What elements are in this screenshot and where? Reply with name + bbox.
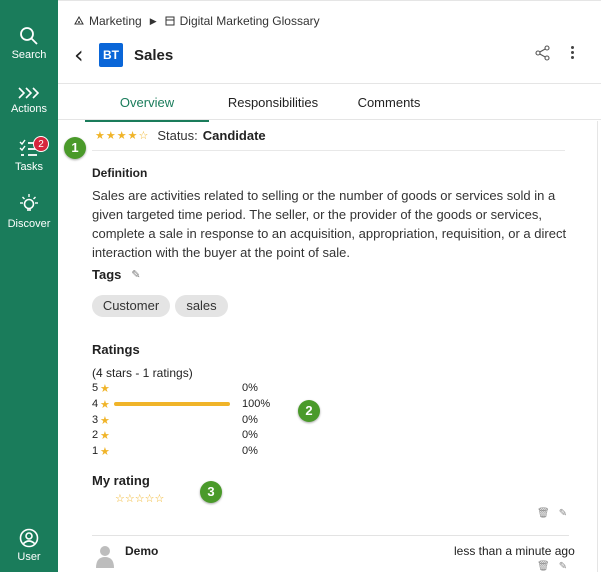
rail-discover[interactable]: Discover xyxy=(0,193,58,230)
rating-row-stars: 5 xyxy=(92,382,99,394)
rail-search[interactable]: Search xyxy=(0,26,58,61)
star-icon: ★ xyxy=(100,428,110,442)
definition-heading: Definition xyxy=(92,166,148,180)
tab-comments-label: Comments xyxy=(357,95,421,110)
status-label: Status: xyxy=(157,128,198,143)
rating-row: 5 ★ 0% xyxy=(92,381,258,395)
delete-icon[interactable]: 🗑 xyxy=(537,561,550,572)
rating-actions: 🗑 ✎ xyxy=(537,508,567,519)
more-options-icon[interactable] xyxy=(568,44,576,64)
rating-row: 1 ★ 0% xyxy=(92,444,258,458)
callout-marker-3: 3 xyxy=(200,481,222,503)
rating-row: 4 ★ 100% xyxy=(92,397,270,411)
left-navigation-rail: Search Actions 2 Tasks Discover User xyxy=(0,0,58,572)
top-border xyxy=(58,0,601,1)
rating-bar xyxy=(114,433,230,437)
tab-overview-label: Overview xyxy=(119,95,175,110)
rating-row: 2 ★ 0% xyxy=(92,428,258,442)
definition-text: Sales are activities related to selling … xyxy=(92,188,567,260)
star-icon: ★ xyxy=(100,444,110,458)
share-icon[interactable] xyxy=(535,45,551,61)
rail-tasks-label: Tasks xyxy=(14,161,44,173)
breadcrumb-separator-icon: ▶ xyxy=(149,15,157,26)
rating-bar xyxy=(114,386,230,390)
rating-row-percent: 0% xyxy=(242,382,258,394)
rating-row-percent: 100% xyxy=(242,398,271,410)
rail-actions-label: Actions xyxy=(10,103,48,115)
page-title: Sales xyxy=(134,46,174,64)
comment-actions: 🗑 ✎ xyxy=(537,561,567,572)
callout-marker-2: 2 xyxy=(298,400,320,422)
tags-header: Tags ✎ xyxy=(92,267,141,282)
avatar xyxy=(96,546,114,568)
rating-bar-fill xyxy=(114,402,230,406)
content-right-border xyxy=(597,121,598,572)
rail-search-label: Search xyxy=(11,49,47,61)
domain-icon xyxy=(165,16,175,26)
star-icon: ★ xyxy=(100,381,110,395)
rating-row-percent: 0% xyxy=(242,429,258,441)
chevrons-right-icon xyxy=(18,87,40,99)
page-title-bar: ‹ BT Sales xyxy=(74,42,173,68)
tab-bar: Overview Responsibilities Comments xyxy=(58,83,601,122)
tab-overview[interactable]: Overview xyxy=(85,84,209,122)
star-icon: ★ xyxy=(100,397,110,411)
rating-row-percent: 0% xyxy=(242,414,258,426)
rail-tasks[interactable]: 2 Tasks xyxy=(0,136,58,173)
edit-pencil-icon[interactable]: ✎ xyxy=(559,508,567,519)
status-row: ★★★★☆ Status: Candidate xyxy=(95,128,266,143)
my-rating-stars-input[interactable]: ☆☆☆☆☆ xyxy=(115,492,164,505)
edit-pencil-icon[interactable]: ✎ xyxy=(559,561,567,572)
rail-actions[interactable]: Actions xyxy=(0,86,58,115)
rail-user-label: User xyxy=(17,551,41,563)
back-chevron-icon[interactable]: ‹ xyxy=(74,43,94,67)
tags-heading: Tags xyxy=(92,267,122,282)
rating-row-stars: 2 xyxy=(92,429,99,441)
rail-discover-label: Discover xyxy=(7,218,51,230)
tag-chip[interactable]: sales xyxy=(175,295,228,317)
status-value: Candidate xyxy=(202,128,266,143)
breadcrumb-item-community[interactable]: Marketing xyxy=(89,14,142,28)
divider xyxy=(92,150,565,151)
community-icon xyxy=(74,16,84,25)
delete-icon[interactable]: 🗑 xyxy=(537,508,550,519)
rating-row-percent: 0% xyxy=(242,445,258,457)
lightbulb-icon xyxy=(20,194,38,211)
edit-tags-pencil-icon[interactable]: ✎ xyxy=(131,268,140,281)
rating-bar xyxy=(114,449,230,453)
tab-comments[interactable]: Comments xyxy=(337,84,441,121)
star-icon: ★ xyxy=(100,413,110,427)
breadcrumb: Marketing ▶ Digital Marketing Glossary xyxy=(74,14,320,28)
rating-bar xyxy=(114,402,230,406)
divider xyxy=(92,535,569,536)
tab-responsibilities[interactable]: Responsibilities xyxy=(209,84,337,121)
rating-row-stars: 4 xyxy=(92,398,99,410)
callout-marker-1: 1 xyxy=(64,137,86,159)
ratings-summary: (4 stars - 1 ratings) xyxy=(92,366,193,380)
comment-timestamp: less than a minute ago xyxy=(454,544,575,558)
rating-row-stars: 1 xyxy=(92,445,99,457)
rail-user[interactable]: User xyxy=(0,528,58,563)
tag-chip[interactable]: Customer xyxy=(92,295,170,317)
breadcrumb-item-domain[interactable]: Digital Marketing Glossary xyxy=(180,14,320,28)
user-icon xyxy=(19,528,39,548)
rating-row-stars: 3 xyxy=(92,414,99,426)
rating-bar xyxy=(114,418,230,422)
rating-row: 3 ★ 0% xyxy=(92,413,258,427)
average-rating-stars: ★★★★☆ xyxy=(95,129,150,142)
tab-responsibilities-label: Responsibilities xyxy=(227,95,319,110)
tasks-count-badge: 2 xyxy=(33,136,49,152)
ratings-heading: Ratings xyxy=(92,342,140,357)
comment-author[interactable]: Demo xyxy=(125,544,158,558)
asset-type-badge: BT xyxy=(99,43,123,67)
my-rating-heading: My rating xyxy=(92,473,150,488)
search-icon xyxy=(20,27,38,45)
